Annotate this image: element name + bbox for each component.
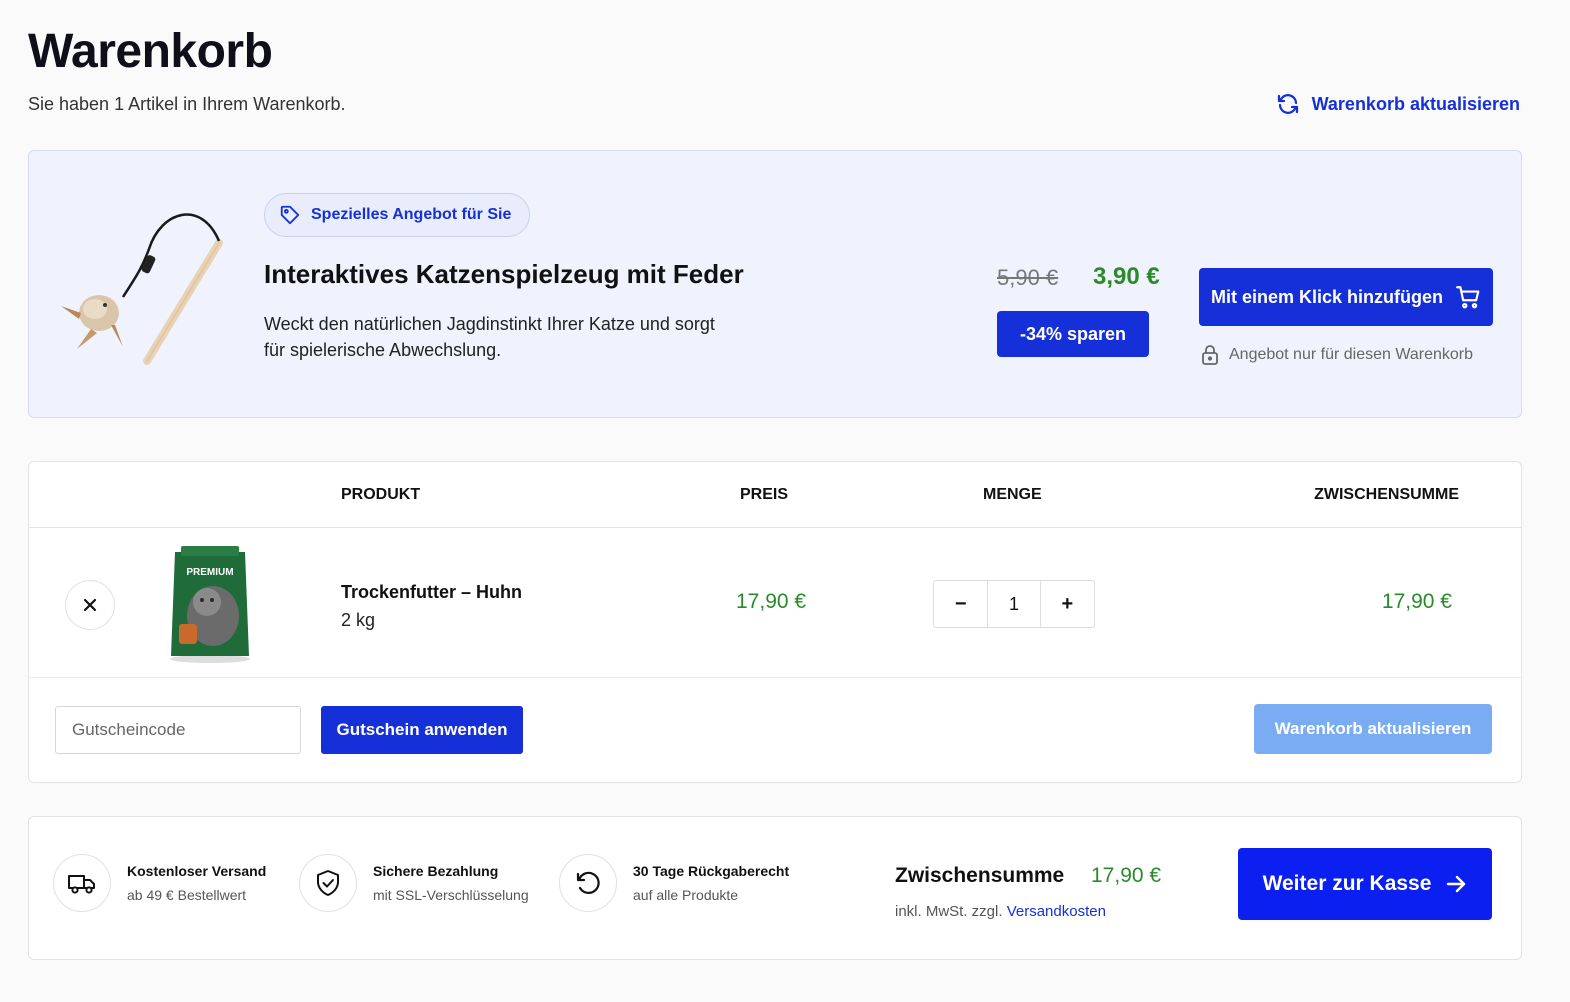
feature-icon-container <box>299 854 357 912</box>
refresh-cart-link[interactable]: Warenkorb aktualisieren <box>1276 92 1520 116</box>
lock-icon <box>1202 345 1218 365</box>
return-icon <box>576 871 600 894</box>
offer-note-label: Angebot nur für diesen Warenkorb <box>1229 346 1473 363</box>
product-name[interactable]: Trockenfutter – Huhn <box>341 582 522 603</box>
coupon-input[interactable] <box>55 706 301 754</box>
arrow-right-icon <box>1447 875 1466 893</box>
feature-title: Kostenloser Versand <box>127 863 267 879</box>
feature-subtitle: mit SSL-Verschlüsselung <box>373 887 529 903</box>
refresh-icon <box>1277 94 1298 114</box>
tax-note: inkl. MwSt. zzgl. Versandkosten <box>895 903 1106 920</box>
offer-badge-label: Spezielles Angebot für Sie <box>311 206 512 223</box>
feature-icon-container <box>53 854 111 912</box>
page-title: Warenkorb <box>28 25 273 78</box>
page-subtitle: Sie haben 1 Artikel in Ihrem Warenkorb. <box>28 94 346 114</box>
table-row: PREMIUM Trockenfutter – Huhn 2 kg 17,90 … <box>29 528 1521 678</box>
cart-icon <box>1456 286 1480 309</box>
product-image: PREMIUM <box>170 546 250 663</box>
offer-note: Angebot nur für diesen Warenkorb <box>1201 345 1473 365</box>
product-price: 17,90 € <box>736 590 807 613</box>
product-variant: 2 kg <box>341 610 376 630</box>
checkout-summary: Kostenloser Versand ab 49 € Bestellwert … <box>28 816 1522 960</box>
feature-title: 30 Tage Rückgaberecht <box>633 863 790 879</box>
quantity-increase-button[interactable]: + <box>1041 581 1094 627</box>
quantity-value[interactable]: 1 <box>987 581 1041 627</box>
shipping-costs-link[interactable]: Versandkosten <box>1007 903 1106 920</box>
feature-subtitle: ab 49 € Bestellwert <box>127 887 247 903</box>
column-header-quantity: MENGE <box>983 486 1042 503</box>
product-image-label: PREMIUM <box>186 567 233 578</box>
cat-toy-image <box>61 213 223 365</box>
feature-subtitle: auf alle Produkte <box>633 887 739 903</box>
feature-returns: 30 Tage Rückgaberecht auf alle Produkte <box>559 854 789 912</box>
truck-icon <box>68 875 95 894</box>
feature-icon-container <box>559 854 617 912</box>
one-click-add-button[interactable]: Mit einem Klick hinzufügen <box>1199 268 1493 326</box>
close-icon <box>83 598 97 612</box>
one-click-add-label: Mit einem Klick hinzufügen <box>1210 286 1443 307</box>
column-header-product: PRODUKT <box>341 486 421 503</box>
discount-badge: -34% sparen <box>997 311 1149 357</box>
offer-old-price: 5,90 € <box>997 265 1059 290</box>
feature-title: Sichere Bezahlung <box>373 863 499 879</box>
offer-description: Weckt den natürlichen Jagdinstinkt Ihrer… <box>264 314 715 360</box>
summary-subtotal-label: Zwischensumme <box>895 864 1065 887</box>
feature-secure-payment: Sichere Bezahlung mit SSL-Verschlüsselun… <box>299 854 529 912</box>
update-cart-button[interactable]: Warenkorb aktualisieren <box>1254 704 1492 754</box>
column-header-subtotal: ZWISCHENSUMME <box>1314 486 1459 503</box>
offer-new-price: 3,90 € <box>1093 263 1160 290</box>
feature-free-shipping: Kostenloser Versand ab 49 € Bestellwert <box>53 854 266 912</box>
checkout-button-label: Weiter zur Kasse <box>1262 872 1432 895</box>
quantity-stepper: − 1 + <box>933 580 1095 628</box>
row-subtotal: 17,90 € <box>1381 590 1452 613</box>
special-offer-box: Spezielles Angebot für Sie Interaktives … <box>28 150 1522 418</box>
offer-badge: Spezielles Angebot für Sie <box>264 193 531 237</box>
remove-item-button[interactable] <box>65 580 115 630</box>
offer-title: Interaktives Katzenspielzeug mit Feder <box>264 259 744 289</box>
refresh-cart-label: Warenkorb aktualisieren <box>1311 93 1520 114</box>
quantity-decrease-button[interactable]: − <box>934 581 987 627</box>
summary-subtotal-value: 17,90 € <box>1091 864 1162 887</box>
apply-coupon-button[interactable]: Gutschein anwenden <box>321 706 523 754</box>
cart-table-header: PRODUKT PREIS MENGE ZWISCHENSUMME <box>29 462 1521 528</box>
cart-table: PRODUKT PREIS MENGE ZWISCHENSUMME PREMIU… <box>28 461 1522 783</box>
shield-check-icon <box>317 870 339 896</box>
tax-note-text: inkl. MwSt. zzgl. <box>895 903 1003 920</box>
tag-icon <box>280 205 300 225</box>
checkout-button[interactable]: Weiter zur Kasse <box>1238 848 1492 920</box>
column-header-price: PREIS <box>740 486 789 503</box>
